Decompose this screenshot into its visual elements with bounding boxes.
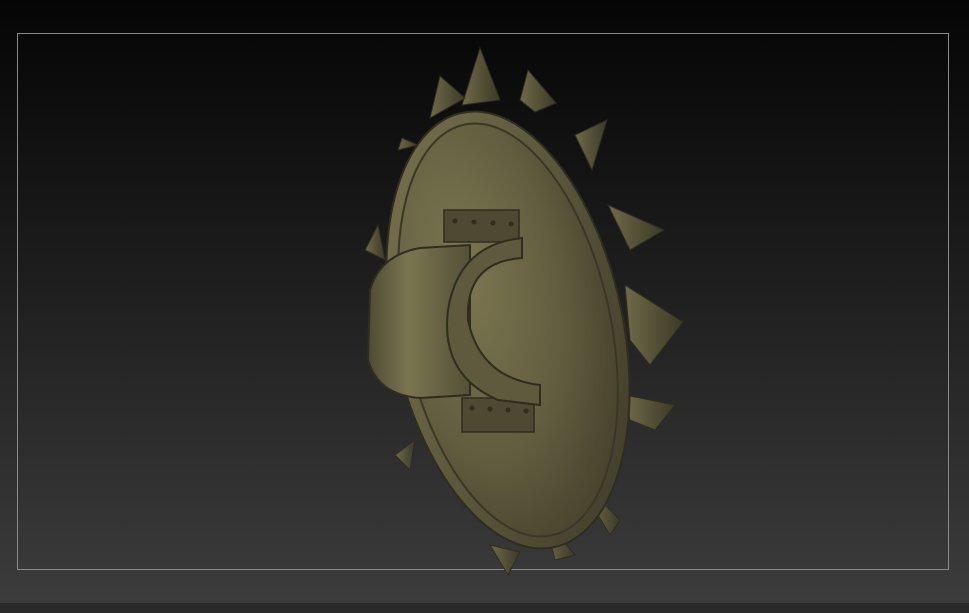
3d-viewport[interactable] <box>0 0 969 613</box>
bottom-bar <box>0 603 969 613</box>
upper-plate <box>443 209 520 243</box>
shield-model[interactable] <box>0 0 969 613</box>
